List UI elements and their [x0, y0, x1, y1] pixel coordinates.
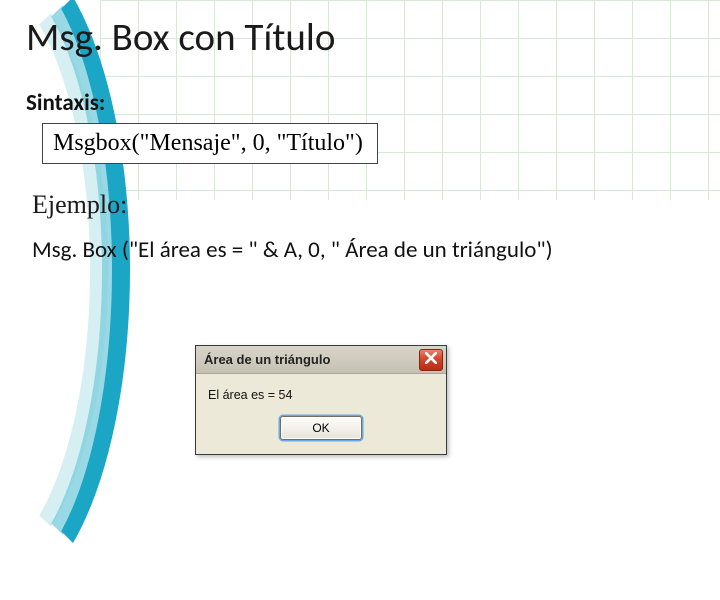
close-icon [425, 352, 437, 367]
ok-button[interactable]: OK [280, 416, 362, 440]
msgbox-title: Área de un triángulo [204, 352, 419, 367]
msgbox-button-row: OK [196, 406, 446, 454]
close-button[interactable] [419, 349, 443, 371]
msgbox-message: El área es = 54 [196, 374, 446, 406]
example-label: Ejemplo: [32, 190, 706, 220]
page-title: Msg. Box con Título [26, 14, 706, 61]
example-code: Msg. Box ("El área es = " & A, 0, " Área… [32, 236, 706, 264]
msgbox-dialog: Área de un triángulo El área es = 54 OK [195, 345, 447, 455]
syntax-code-box: Msgbox("Mensaje", 0, "Título") [42, 123, 378, 164]
slide-content: Msg. Box con Título Sintaxis: Msgbox("Me… [26, 14, 706, 264]
syntax-label: Sintaxis: [26, 89, 706, 117]
msgbox-titlebar: Área de un triángulo [196, 346, 446, 374]
